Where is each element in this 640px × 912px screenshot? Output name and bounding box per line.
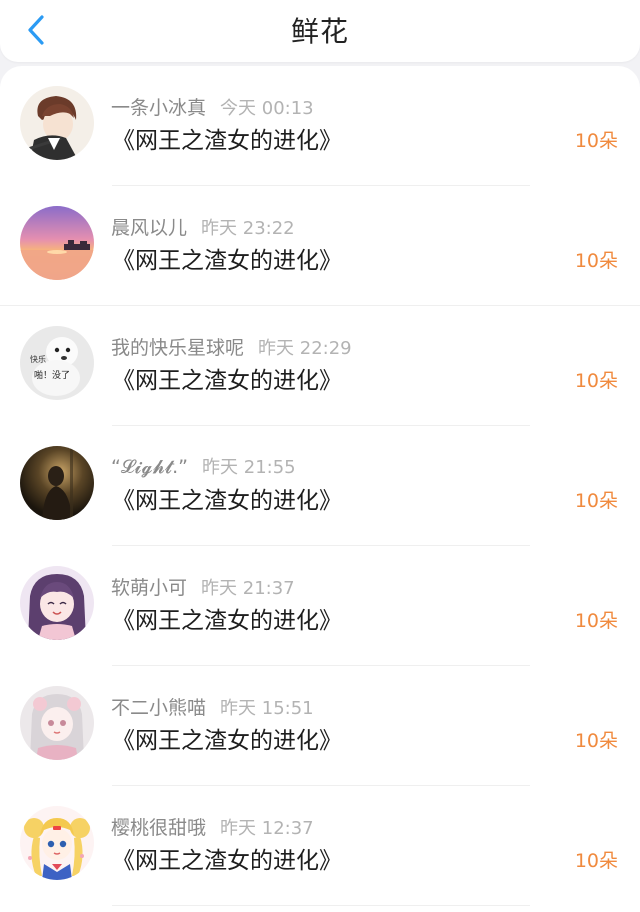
timestamp: 今天 00:13 — [220, 98, 314, 119]
flower-amount: 10朵 — [574, 370, 618, 392]
flower-amount: 10朵 — [574, 130, 618, 152]
user-name: 软萌小可 — [111, 577, 188, 599]
list-item[interactable]: 软萌小可 昨天 21:37 《网王之渣女的进化》 10朵 — [0, 546, 640, 666]
book-title: 《网王之渣女的进化》 — [112, 728, 342, 754]
user-name: 晨风以儿 — [111, 217, 188, 239]
list-item[interactable]: “𝓛𝓲𝓰𝓱𝓽.” 昨天 21:55 《网王之渣女的进化》 10朵 — [0, 426, 640, 546]
book-title: 《网王之渣女的进化》 — [112, 848, 342, 874]
flower-amount: 10朵 — [574, 850, 618, 872]
timestamp: 昨天 15:51 — [220, 698, 314, 719]
avatar[interactable] — [20, 566, 94, 640]
nav-bar: 鲜花 — [0, 0, 640, 62]
svg-text:啪！没了: 啪！没了 — [34, 369, 70, 381]
avatar[interactable] — [20, 206, 94, 280]
book-title: 《网王之渣女的进化》 — [112, 608, 342, 634]
timestamp: 昨天 12:37 — [220, 818, 314, 839]
avatar[interactable]: 快乐 啪！没了 — [20, 326, 94, 400]
user-name: 不二小熊喵 — [111, 697, 207, 719]
divider — [112, 905, 530, 906]
avatar[interactable] — [20, 686, 94, 760]
avatar[interactable] — [20, 86, 94, 160]
user-name: 一条小冰真 — [111, 97, 207, 119]
timestamp: 昨天 21:55 — [202, 457, 296, 478]
avatar[interactable] — [20, 446, 94, 520]
flower-amount: 10朵 — [574, 730, 618, 752]
list-item[interactable]: 晨风以儿 昨天 23:22 《网王之渣女的进化》 10朵 — [0, 186, 640, 306]
list-item[interactable]: 不二小熊喵 昨天 15:51 《网王之渣女的进化》 10朵 — [0, 666, 640, 786]
list-item[interactable]: 樱桃很甜哦 昨天 12:37 《网王之渣女的进化》 10朵 — [0, 786, 640, 906]
user-name: 樱桃很甜哦 — [111, 817, 207, 839]
book-title: 《网王之渣女的进化》 — [112, 128, 342, 154]
timestamp: 昨天 22:29 — [258, 338, 352, 359]
list-item[interactable]: 快乐 啪！没了 我的快乐星球呢 昨天 22:29 《网王之渣女的进化》 10朵 — [0, 306, 640, 426]
user-name: 我的快乐星球呢 — [111, 337, 245, 359]
flower-amount: 10朵 — [574, 250, 618, 272]
timestamp: 昨天 23:22 — [201, 218, 295, 239]
timestamp: 昨天 21:37 — [201, 578, 295, 599]
page-title: 鲜花 — [290, 15, 349, 48]
book-title: 《网王之渣女的进化》 — [112, 248, 342, 274]
book-title: 《网王之渣女的进化》 — [112, 488, 342, 514]
list-item[interactable]: 一条小冰真 今天 00:13 《网王之渣女的进化》 10朵 — [0, 66, 640, 186]
svg-text:快乐: 快乐 — [30, 354, 46, 364]
flower-amount: 10朵 — [574, 490, 618, 512]
book-title: 《网王之渣女的进化》 — [112, 368, 342, 394]
flower-record-list: 一条小冰真 今天 00:13 《网王之渣女的进化》 10朵 晨风以儿 昨天 23… — [0, 66, 640, 912]
avatar[interactable] — [20, 806, 94, 880]
flower-amount: 10朵 — [574, 610, 618, 632]
user-name: “𝓛𝓲𝓰𝓱𝓽.” — [111, 456, 189, 478]
